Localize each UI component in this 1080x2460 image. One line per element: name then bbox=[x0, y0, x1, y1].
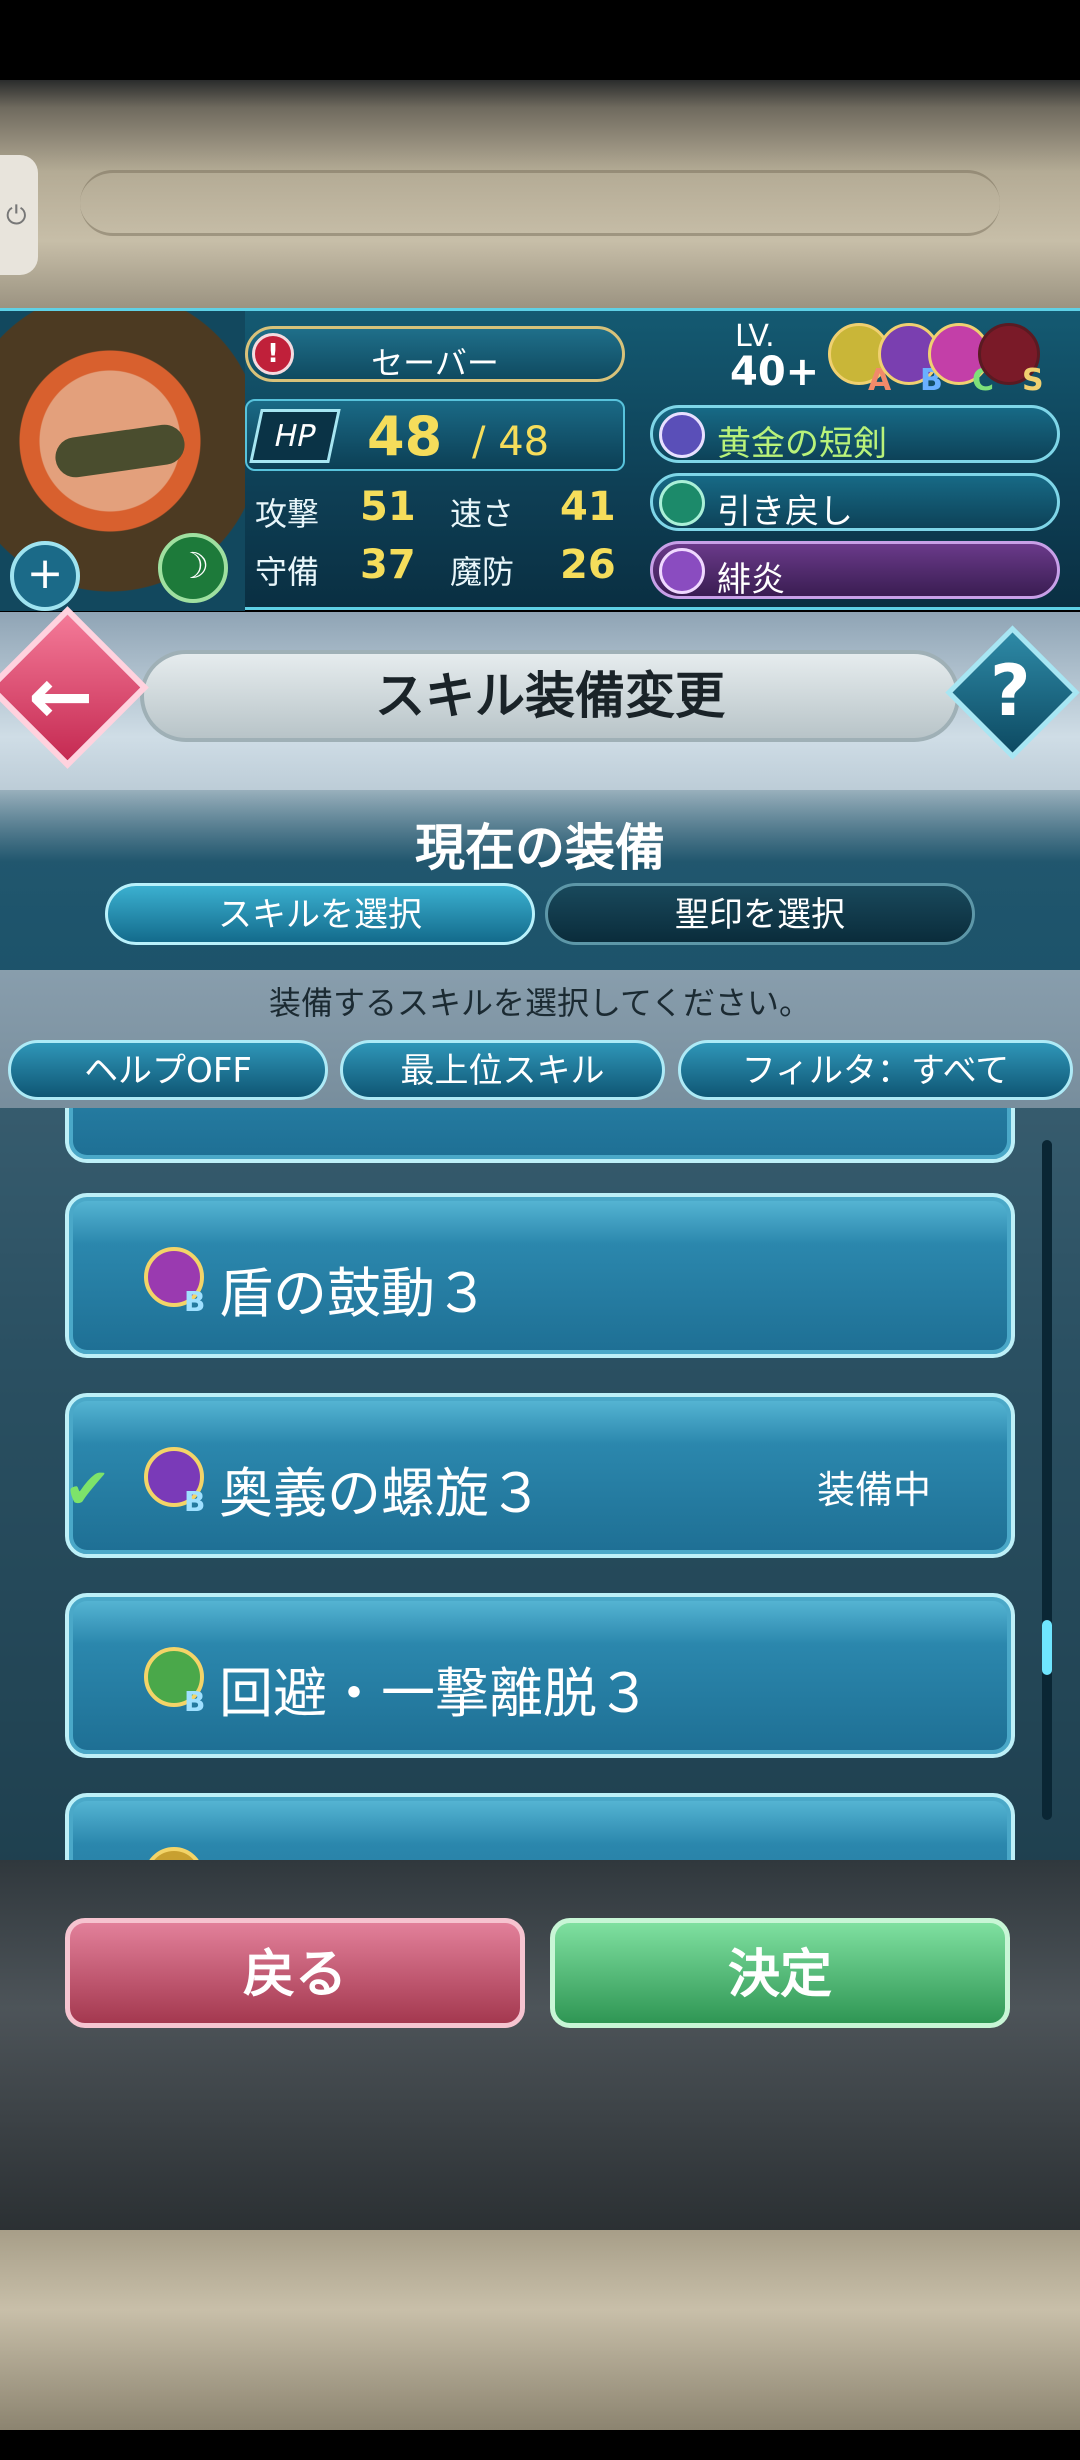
list-item[interactable]: B 回避・一撃離脱３ bbox=[65, 1593, 1015, 1758]
hp-box: HP 48 / 48 bbox=[245, 399, 625, 471]
skill-name: 奥義の螺旋３ bbox=[219, 1462, 543, 1525]
side-power-tab[interactable]: ⏻ bbox=[0, 155, 38, 275]
skill-slot-badge: B bbox=[184, 1285, 206, 1318]
back-arrow-icon[interactable]: ← bbox=[28, 652, 93, 742]
atk-label: 攻撃 bbox=[255, 495, 320, 533]
check-icon: ✔ bbox=[64, 1457, 111, 1522]
atk-value: 51 bbox=[360, 484, 416, 530]
next-skill-icon bbox=[144, 1847, 204, 1860]
list-item[interactable]: B 盾の鼓動３ bbox=[65, 1193, 1015, 1358]
page-title-bar: スキル装備変更 bbox=[140, 650, 960, 742]
select-skill-tab[interactable]: スキルを選択 bbox=[105, 883, 535, 945]
blessing-icon: ☽ bbox=[158, 533, 228, 603]
list-item[interactable]: ✔ B 奥義の螺旋３ 装備中 bbox=[64, 1393, 1015, 1558]
list-item[interactable] bbox=[65, 1793, 1015, 1860]
scrollbar-thumb[interactable] bbox=[1042, 1620, 1052, 1675]
plus-icon[interactable]: + bbox=[10, 541, 80, 611]
skill-slot-badge: B bbox=[184, 1685, 206, 1718]
filter-button[interactable]: フィルタ：すべて bbox=[678, 1040, 1073, 1100]
level-value: 40+ bbox=[730, 349, 820, 395]
list-item[interactable] bbox=[65, 1108, 1015, 1163]
ornamental-top-frame bbox=[0, 80, 1080, 310]
skill-name: 盾の鼓動３ bbox=[219, 1262, 489, 1325]
skill-slot-badge: B bbox=[184, 1485, 206, 1518]
hp-label: HP bbox=[249, 409, 341, 463]
weapon-icon bbox=[659, 412, 705, 458]
instruction-text: 装備するスキルを選択してください。 bbox=[268, 984, 812, 1022]
skill-slot-s: S bbox=[1022, 363, 1044, 398]
assist-icon bbox=[659, 480, 705, 526]
special-icon bbox=[659, 548, 705, 594]
portrait-eyepatch bbox=[52, 422, 188, 480]
hp-current: 48 bbox=[367, 405, 443, 468]
spd-value: 41 bbox=[560, 484, 616, 530]
skill-name: 回避・一撃離脱３ bbox=[219, 1662, 651, 1725]
stats-grid: 攻撃 51 速さ 41 守備 37 魔防 26 bbox=[255, 484, 625, 605]
assist-name: 引き戻し bbox=[717, 492, 853, 532]
scrollbar-track[interactable] bbox=[1042, 1140, 1052, 1820]
res-label: 魔防 bbox=[450, 553, 515, 591]
nav-bar-area bbox=[0, 2430, 1080, 2460]
def-label: 守備 bbox=[255, 553, 320, 591]
help-toggle-button[interactable]: ヘルプOFF bbox=[8, 1040, 328, 1100]
page-title: スキル装備変更 bbox=[375, 667, 725, 725]
unit-name: セーバー bbox=[371, 344, 499, 382]
back-button[interactable]: 戻る bbox=[65, 1918, 525, 2028]
hp-max: / 48 bbox=[472, 419, 550, 465]
assist-row: 引き戻し bbox=[650, 473, 1060, 532]
status-bar-area bbox=[0, 0, 1080, 80]
confirm-button[interactable]: 決定 bbox=[550, 1918, 1010, 2028]
unit-info-bar: + ☽ ! セーバー HP 48 / 48 攻撃 51 速さ 41 守備 37 … bbox=[0, 308, 1080, 611]
res-value: 26 bbox=[560, 542, 616, 588]
current-equipment-heading: 現在の装備 bbox=[415, 819, 665, 877]
bottom-floor bbox=[0, 1860, 1080, 2230]
special-name: 緋炎 bbox=[717, 560, 785, 600]
unit-name-plate: ! セーバー bbox=[245, 326, 625, 382]
spd-label: 速さ bbox=[450, 495, 515, 533]
weapon-row: 黄金の短剣 bbox=[650, 405, 1060, 464]
def-value: 37 bbox=[360, 542, 416, 588]
select-seal-tab[interactable]: 聖印を選択 bbox=[545, 883, 975, 945]
help-icon[interactable]: ? bbox=[990, 650, 1031, 732]
skill-list: B 盾の鼓動３ ✔ B 奥義の螺旋３ 装備中 B 回避・一撃離脱３ bbox=[0, 1108, 1080, 1860]
weapon-name: 黄金の短剣 bbox=[717, 424, 887, 464]
ornamental-bottom-frame bbox=[0, 2230, 1080, 2430]
top-skill-button[interactable]: 最上位スキル bbox=[340, 1040, 665, 1100]
special-row: 緋炎 bbox=[650, 541, 1060, 600]
equipped-label: 装備中 bbox=[816, 1468, 931, 1512]
power-icon: ⏻ bbox=[6, 201, 27, 231]
